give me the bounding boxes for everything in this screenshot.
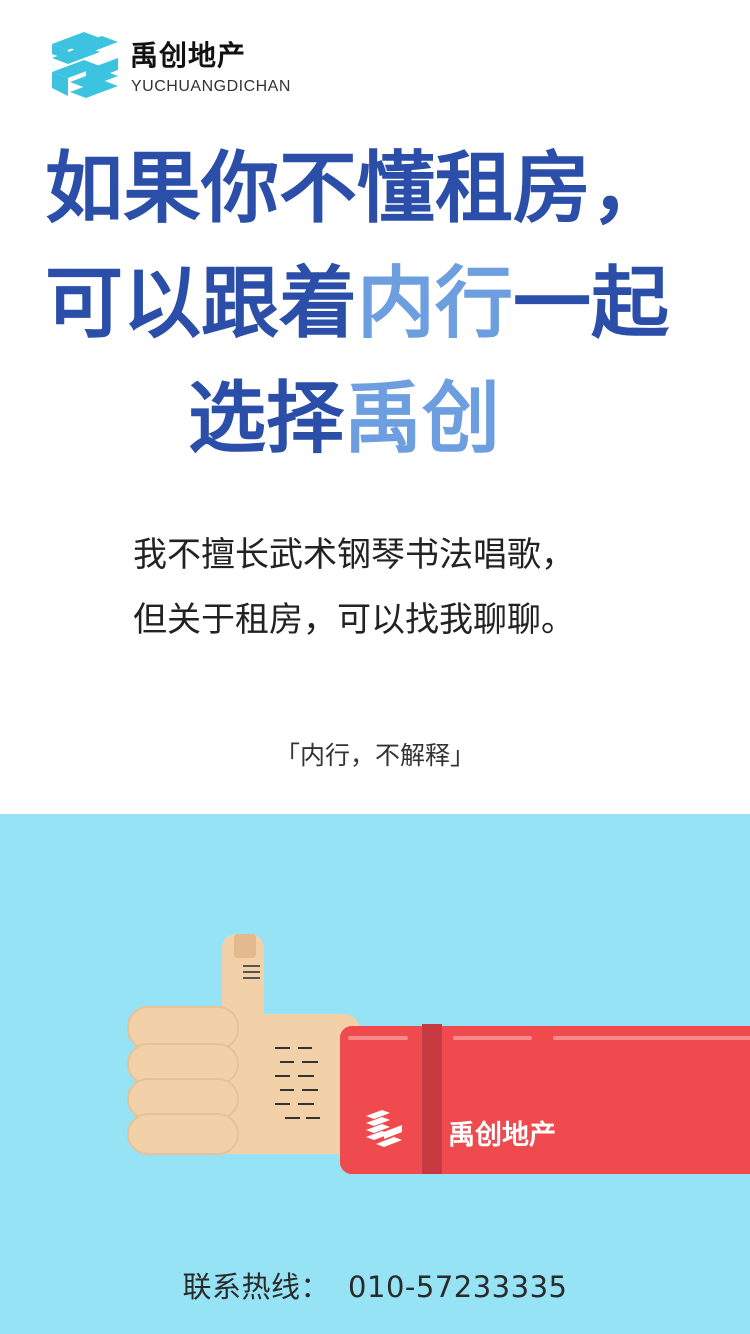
illustration-panel: 禹创地产 联系热线： 010-57233335 bbox=[0, 814, 750, 1334]
contact-hotline: 联系热线： 010-57233335 bbox=[0, 1264, 750, 1306]
finger-4 bbox=[127, 1113, 239, 1155]
brand-name-cn: 禹创地产 bbox=[130, 39, 247, 72]
motto: 「内行，不解释」 bbox=[274, 741, 475, 770]
thumbnail bbox=[234, 934, 256, 958]
brand-logo-icon bbox=[52, 32, 118, 98]
hotline-label: 联系热线： bbox=[182, 1270, 331, 1304]
headline-highlight-insider: 内行 bbox=[357, 258, 514, 349]
headline-line-2: 可以跟着内行一起 bbox=[45, 258, 670, 349]
brand-name-en: YUCHUANGDICHAN bbox=[131, 78, 291, 95]
thumbs-up-icon: 禹创地产 bbox=[127, 934, 750, 1174]
hotline-number[interactable]: 010-57233335 bbox=[348, 1270, 567, 1304]
subtitle-line-2: 但关于租房，可以找我聊聊。 bbox=[133, 600, 575, 640]
sleeve-brand-label: 禹创地产 bbox=[448, 1120, 556, 1151]
sleeve-cuff-seam bbox=[422, 1024, 442, 1174]
headline-highlight-brand: 禹创 bbox=[344, 373, 501, 464]
headline-line-3: 选择禹创 bbox=[188, 373, 501, 464]
subtitle-line-1: 我不擅长武术钢琴书法唱歌， bbox=[133, 535, 575, 575]
headline-line-1: 如果你不懂租房， bbox=[45, 143, 670, 234]
finger-1 bbox=[127, 1006, 239, 1050]
